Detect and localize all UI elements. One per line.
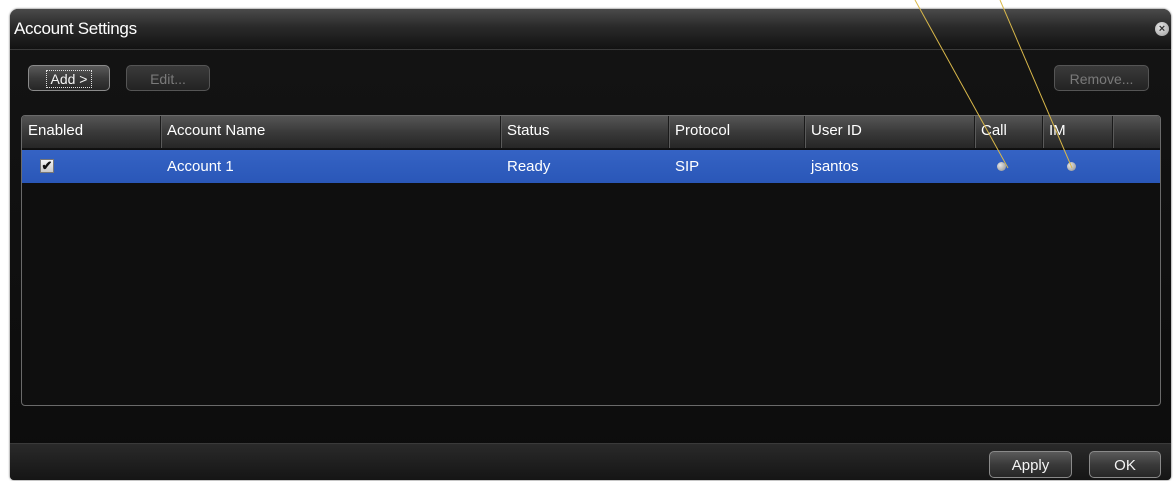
edit-button-label: Edit... <box>150 71 186 87</box>
call-status-dot-icon <box>997 162 1006 171</box>
column-header-account-name[interactable]: Account Name <box>161 116 501 148</box>
column-header-user-id[interactable]: User ID <box>805 116 975 148</box>
cell-user-id: jsantos <box>811 158 859 175</box>
column-header-call[interactable]: Call <box>975 116 1043 148</box>
cell-account-name: Account 1 <box>167 158 234 175</box>
checkmark-icon[interactable]: ✔ <box>40 159 54 173</box>
column-header-enabled[interactable]: Enabled <box>22 116 161 148</box>
column-header-im[interactable]: IM <box>1043 116 1113 148</box>
column-header-filler <box>1113 116 1160 148</box>
im-status-dot-icon <box>1067 162 1076 171</box>
remove-button-label: Remove... <box>1069 71 1134 87</box>
remove-button[interactable]: Remove... <box>1054 65 1149 91</box>
column-header-status[interactable]: Status <box>501 116 669 148</box>
cell-enabled: ✔ <box>22 150 161 183</box>
column-header-protocol[interactable]: Protocol <box>669 116 805 148</box>
ok-button[interactable]: OK <box>1089 451 1161 478</box>
window-title: Account Settings <box>14 19 137 38</box>
table-header: Enabled Account Name Status Protocol Use… <box>22 116 1160 149</box>
edit-button[interactable]: Edit... <box>126 65 210 91</box>
cell-protocol: SIP <box>675 158 700 175</box>
apply-button[interactable]: Apply <box>989 451 1072 478</box>
account-settings-window: Account Settings × Add > Edit... Remove.… <box>10 9 1171 480</box>
add-button-label: Add > <box>45 70 93 88</box>
title-bar[interactable]: Account Settings × <box>10 9 1171 50</box>
close-icon[interactable]: × <box>1155 22 1169 36</box>
accounts-table: Enabled Account Name Status Protocol Use… <box>21 115 1161 406</box>
cell-status: Ready <box>507 158 551 175</box>
add-button[interactable]: Add > <box>28 65 110 91</box>
table-row[interactable]: ✔ Account 1 Ready SIP jsantos <box>22 150 1160 183</box>
